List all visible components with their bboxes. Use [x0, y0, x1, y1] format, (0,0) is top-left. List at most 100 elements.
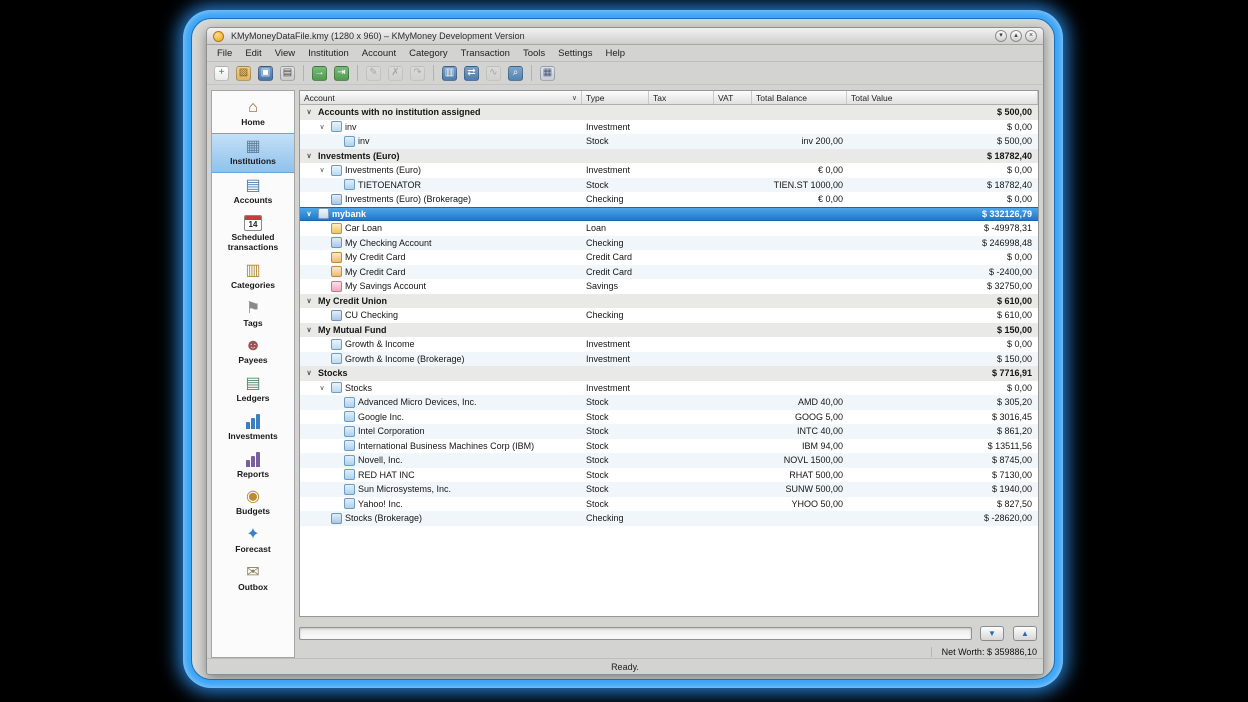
print-button[interactable]: ▤: [278, 64, 297, 83]
column-header-label: Total Balance: [756, 93, 807, 103]
expander-icon[interactable]: ∨: [303, 152, 315, 160]
checking-icon: [331, 513, 342, 524]
expander-icon[interactable]: ∨: [303, 210, 315, 218]
account-row[interactable]: ∨My Mutual Fund$ 150,00: [300, 323, 1038, 338]
expander-icon[interactable]: ∨: [316, 123, 328, 131]
ledgers-view-button[interactable]: ▥: [440, 64, 459, 83]
menu-edit[interactable]: Edit: [239, 47, 267, 60]
menu-transaction[interactable]: Transaction: [455, 47, 516, 60]
new-file-button[interactable]: +: [212, 64, 231, 83]
account-row[interactable]: Growth & Income (Brokerage)Investment$ 1…: [300, 352, 1038, 367]
sidebar-item-investments[interactable]: Investments: [212, 409, 294, 447]
menu-category[interactable]: Category: [403, 47, 454, 60]
account-row[interactable]: ∨Accounts with no institution assigned$ …: [300, 105, 1038, 120]
account-row[interactable]: TIETOENATORStockTIEN.ST 1000,00$ 18782,4…: [300, 178, 1038, 193]
maximize-button[interactable]: ▴: [1010, 30, 1022, 42]
account-row[interactable]: CU CheckingChecking$ 610,00: [300, 308, 1038, 323]
account-name-cell: ∨Accounts with no institution assigned: [300, 107, 582, 117]
column-header-vat[interactable]: VAT: [714, 91, 752, 104]
sidebar-item-outbox[interactable]: ✉Outbox: [212, 560, 294, 598]
stock-icon: [344, 484, 355, 495]
expander-icon[interactable]: ∨: [303, 297, 315, 305]
expander-icon[interactable]: ∨: [303, 326, 315, 334]
consistency-grid-button[interactable]: ▦: [538, 64, 557, 83]
sidebar-item-payees[interactable]: ☻Payees: [212, 333, 294, 371]
menu-tools[interactable]: Tools: [517, 47, 551, 60]
account-row[interactable]: Stocks (Brokerage)Checking$ -28620,00: [300, 511, 1038, 526]
account-row[interactable]: ∨Stocks$ 7716,91: [300, 366, 1038, 381]
expander-icon[interactable]: ∨: [316, 166, 328, 174]
expander-icon[interactable]: ∨: [303, 108, 315, 116]
find-transaction-button[interactable]: ⌕: [506, 64, 525, 83]
total-balance-cell: inv 200,00: [752, 136, 847, 146]
account-row[interactable]: Sun Microsystems, Inc.StockSUNW 500,00$ …: [300, 482, 1038, 497]
menu-help[interactable]: Help: [599, 47, 631, 60]
arrow-down-button[interactable]: ▼: [980, 626, 1004, 641]
account-row[interactable]: Investments (Euro) (Brokerage)Checking€ …: [300, 192, 1038, 207]
sidebar-item-institutions[interactable]: ▦Institutions: [212, 133, 294, 173]
sidebar-item-budgets[interactable]: ◉Budgets: [212, 484, 294, 522]
arrow-up-button[interactable]: ▲: [1013, 626, 1037, 641]
column-header-account[interactable]: Account∨: [300, 91, 582, 104]
menu-view[interactable]: View: [269, 47, 301, 60]
menu-settings[interactable]: Settings: [552, 47, 598, 60]
sidebar-item-tags[interactable]: ⚑Tags: [212, 296, 294, 334]
expander-icon[interactable]: ∨: [316, 384, 328, 392]
expander-icon[interactable]: ∨: [303, 369, 315, 377]
titlebar[interactable]: KMyMoneyDataFile.kmy (1280 x 960) – KMyM…: [207, 28, 1043, 45]
sidebar-item-ledgers[interactable]: ▤Ledgers: [212, 371, 294, 409]
account-row[interactable]: My Savings AccountSavings$ 32750,00: [300, 279, 1038, 294]
open-file-button[interactable]: ▨: [234, 64, 253, 83]
minimize-button[interactable]: ▾: [995, 30, 1007, 42]
column-header-total-value[interactable]: Total Value: [847, 91, 1038, 104]
account-row[interactable]: My Credit CardCredit Card$ -2400,00: [300, 265, 1038, 280]
account-row[interactable]: My Checking AccountChecking$ 246998,48: [300, 236, 1038, 251]
account-row[interactable]: RED HAT INCStockRHAT 500,00$ 7130,00: [300, 468, 1038, 483]
account-row[interactable]: Car LoanLoan$ -49978,31: [300, 221, 1038, 236]
account-row[interactable]: My Credit CardCredit Card$ 0,00: [300, 250, 1038, 265]
sidebar-item-scheduled-transactions[interactable]: 14Scheduled transactions: [212, 210, 294, 258]
account-row[interactable]: ∨My Credit Union$ 610,00: [300, 294, 1038, 309]
scheduled-transactions-icon: 14: [244, 214, 262, 232]
account-row[interactable]: Novell, Inc.StockNOVL 1500,00$ 8745,00: [300, 453, 1038, 468]
account-row[interactable]: ∨Investments (Euro)Investment€ 0,00$ 0,0…: [300, 163, 1038, 178]
account-row[interactable]: Yahoo! Inc.StockYHOO 50,00$ 827,50: [300, 497, 1038, 512]
account-row[interactable]: International Business Machines Corp (IB…: [300, 439, 1038, 454]
progress-row: ▼▲: [299, 626, 1039, 641]
column-header-tax[interactable]: Tax: [649, 91, 714, 104]
enter-schedule-button[interactable]: ⇥: [332, 64, 351, 83]
sidebar-item-accounts[interactable]: ▤Accounts: [212, 173, 294, 211]
menu-institution[interactable]: Institution: [302, 47, 355, 60]
total-value-cell: $ 7716,91: [847, 368, 1038, 378]
account-row[interactable]: Growth & IncomeInvestment$ 0,00: [300, 337, 1038, 352]
column-header-total-balance[interactable]: Total Balance: [752, 91, 847, 104]
close-button[interactable]: ×: [1025, 30, 1037, 42]
menu-file[interactable]: File: [211, 47, 238, 60]
accounts-table: Account∨TypeTaxVAT Total Balance Total Val…: [299, 90, 1039, 617]
total-value-cell: $ -28620,00: [847, 513, 1038, 523]
sidebar-item-home[interactable]: ⌂Home: [212, 95, 294, 133]
account-row[interactable]: ∨mybank$ 332126,79: [300, 207, 1038, 222]
transfer-button[interactable]: ⇄: [462, 64, 481, 83]
account-name-cell: ∨Stocks: [300, 382, 582, 393]
new-schedule-button[interactable]: →: [310, 64, 329, 83]
account-row[interactable]: Google Inc.StockGOOG 5,00$ 3016,45: [300, 410, 1038, 425]
account-name-cell: My Savings Account: [300, 281, 582, 292]
sidebar-item-label: Accounts: [234, 196, 273, 206]
sidebar-item-reports[interactable]: Reports: [212, 447, 294, 485]
sidebar-item-label: Categories: [231, 281, 275, 291]
account-name: My Mutual Fund: [318, 325, 387, 335]
account-row[interactable]: invStockinv 200,00$ 500,00: [300, 134, 1038, 149]
sidebar-item-categories[interactable]: ▥Categories: [212, 258, 294, 296]
table-header: Account∨TypeTaxVAT Total Balance Total Val…: [300, 91, 1038, 105]
account-row[interactable]: ∨StocksInvestment$ 0,00: [300, 381, 1038, 396]
save-button[interactable]: ▣: [256, 64, 275, 83]
account-row[interactable]: Advanced Micro Devices, Inc.StockAMD 40,…: [300, 395, 1038, 410]
vm-frame: KMyMoneyDataFile.kmy (1280 x 960) – KMyM…: [183, 10, 1063, 688]
account-row[interactable]: ∨Investments (Euro)$ 18782,40: [300, 149, 1038, 164]
sidebar-item-forecast[interactable]: ✦Forecast: [212, 522, 294, 560]
column-header-type[interactable]: Type: [582, 91, 649, 104]
account-row[interactable]: ∨invInvestment$ 0,00: [300, 120, 1038, 135]
account-row[interactable]: Intel CorporationStockINTC 40,00$ 861,20: [300, 424, 1038, 439]
menu-account[interactable]: Account: [356, 47, 402, 60]
